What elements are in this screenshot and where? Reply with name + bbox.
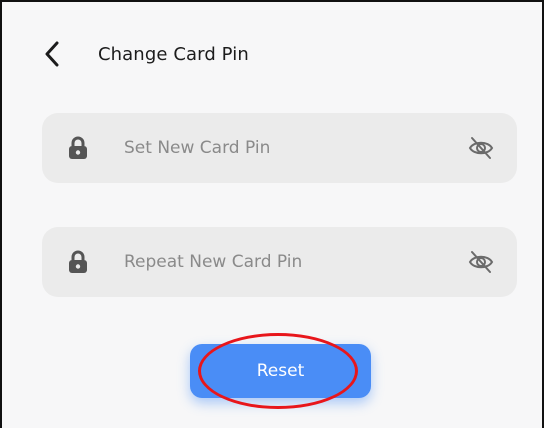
header: Change Card Pin (44, 36, 249, 72)
page-title: Change Card Pin (98, 43, 249, 65)
new-pin-field[interactable] (42, 113, 517, 183)
eye-off-icon[interactable] (467, 249, 495, 275)
reset-button[interactable]: Reset (190, 344, 371, 398)
lock-icon (69, 250, 87, 273)
repeat-pin-input[interactable] (124, 227, 454, 297)
new-pin-input[interactable] (124, 113, 454, 183)
back-button[interactable] (44, 36, 68, 72)
repeat-pin-field[interactable] (42, 227, 517, 297)
change-card-pin-screen: Change Card Pin Reset (0, 0, 544, 428)
chevron-left-icon (45, 41, 59, 67)
lock-icon (69, 136, 87, 159)
eye-off-icon[interactable] (467, 135, 495, 161)
